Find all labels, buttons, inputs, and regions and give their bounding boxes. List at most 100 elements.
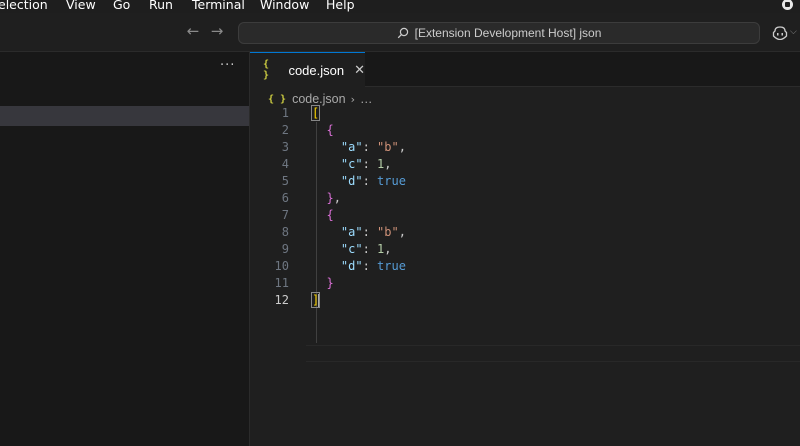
command-center[interactable]: [Extension Development Host] json xyxy=(238,22,760,44)
code-text: "a": "b", xyxy=(312,224,406,241)
token-key: "a" xyxy=(340,225,363,239)
code-line[interactable]: 10 "d": true xyxy=(250,258,800,275)
token-bool: true xyxy=(377,259,406,273)
line-number: 7 xyxy=(281,208,289,222)
token-str: "b" xyxy=(377,140,399,154)
token-str: "b" xyxy=(377,225,399,239)
code-text: "d": true xyxy=(312,173,406,190)
token-key: "d" xyxy=(340,259,363,273)
menu-view[interactable]: View xyxy=(66,0,96,13)
code-text: [ xyxy=(310,105,321,122)
token-punc: , xyxy=(333,191,341,205)
sidebar-selected-item[interactable] xyxy=(0,106,249,126)
token-key: "d" xyxy=(340,174,363,188)
code-text: "c": 1, xyxy=(312,241,392,258)
code-text: "d": true xyxy=(312,258,406,275)
token-key: "c" xyxy=(340,157,363,171)
token-punc: : xyxy=(362,140,378,154)
token-punc: , xyxy=(384,242,392,256)
arrow-right-icon[interactable]: → xyxy=(208,22,226,40)
menu-help[interactable]: Help xyxy=(326,0,355,13)
code-line[interactable]: 5 "d": true xyxy=(250,173,800,190)
more-actions-icon[interactable]: ··· xyxy=(220,58,235,73)
line-number: 3 xyxy=(281,140,289,154)
menu-selection[interactable]: election xyxy=(0,0,48,13)
title-bar: ← → [Extension Development Host] json ⌵ xyxy=(0,13,800,52)
code-text: ] xyxy=(310,292,321,309)
current-line-highlight xyxy=(306,345,800,362)
json-file-icon: { } xyxy=(263,59,270,81)
tab-code-json[interactable]: { } code.json ✕ xyxy=(250,52,365,87)
line-number: 6 xyxy=(281,191,289,205)
code-line[interactable]: 4 "c": 1, xyxy=(250,156,800,173)
code-line[interactable]: 8 "a": "b", xyxy=(250,224,800,241)
close-icon[interactable]: ✕ xyxy=(354,63,365,78)
json-file-icon: { } xyxy=(268,93,287,105)
token-bool: true xyxy=(377,174,406,188)
line-number: 5 xyxy=(281,174,289,188)
token-brace: { xyxy=(326,208,334,222)
breadcrumb-symbols[interactable]: … xyxy=(360,92,373,106)
token-punc: , xyxy=(398,140,406,154)
code-line[interactable]: 2 { xyxy=(250,122,800,139)
chevron-down-icon[interactable]: ⌵ xyxy=(790,27,797,37)
editor-group: { } code.json ✕ { } code.json › … 1[2 {3… xyxy=(250,52,800,446)
code-editor[interactable]: 1[2 {3 "a": "b", 4 "c": 1, 5 "d": true 6 },… xyxy=(250,105,800,385)
line-number: 1 xyxy=(281,106,289,120)
code-text: "c": 1, xyxy=(312,156,392,173)
text-cursor xyxy=(318,293,321,308)
token-punc: : xyxy=(362,225,378,239)
token-punc: , xyxy=(384,157,392,171)
token-punc: : xyxy=(362,174,378,188)
token-brace: { xyxy=(326,123,334,137)
code-line[interactable]: 6 }, xyxy=(250,190,800,207)
menu-run[interactable]: Run xyxy=(149,0,173,13)
menu-bar: election View Go Run Terminal Window Hel… xyxy=(0,0,800,13)
token-punc: : xyxy=(362,157,378,171)
token-punc: : xyxy=(362,242,378,256)
code-text: } xyxy=(312,275,334,292)
command-center-label: [Extension Development Host] json xyxy=(414,26,602,40)
breadcrumb-file[interactable]: code.json xyxy=(292,92,346,106)
line-number: 11 xyxy=(274,276,289,290)
line-number: 4 xyxy=(281,157,289,171)
line-number: 12 xyxy=(274,293,289,307)
token-key: "a" xyxy=(340,140,363,154)
code-text: "a": "b", xyxy=(312,139,406,156)
code-line[interactable]: 3 "a": "b", xyxy=(250,139,800,156)
token-punc: : xyxy=(362,259,378,273)
menu-go[interactable]: Go xyxy=(113,0,130,13)
code-line[interactable]: 9 "c": 1, xyxy=(250,241,800,258)
arrow-left-icon[interactable]: ← xyxy=(184,22,202,40)
menu-window[interactable]: Window xyxy=(260,0,309,13)
code-text: }, xyxy=(312,190,341,207)
token-brace: } xyxy=(326,276,334,290)
code-line[interactable]: 1[ xyxy=(250,105,800,122)
code-line[interactable]: 7 { xyxy=(250,207,800,224)
tab-bar: { } code.json ✕ xyxy=(250,52,800,87)
search-icon xyxy=(397,27,408,39)
code-text: { xyxy=(312,122,334,139)
sidebar: ··· xyxy=(0,52,250,446)
line-number: 8 xyxy=(281,225,289,239)
token-brace: } xyxy=(326,191,334,205)
line-number: 2 xyxy=(281,123,289,137)
copilot-icon[interactable] xyxy=(772,26,788,40)
token-bracket: [ xyxy=(310,105,321,121)
record-status-icon[interactable] xyxy=(782,0,793,10)
code-line[interactable]: 12] xyxy=(250,292,800,309)
menu-terminal[interactable]: Terminal xyxy=(192,0,245,13)
code-text: { xyxy=(312,207,334,224)
token-key: "c" xyxy=(340,242,363,256)
line-number: 10 xyxy=(274,259,289,273)
code-line[interactable]: 11 } xyxy=(250,275,800,292)
tab-label: code.json xyxy=(288,62,345,78)
